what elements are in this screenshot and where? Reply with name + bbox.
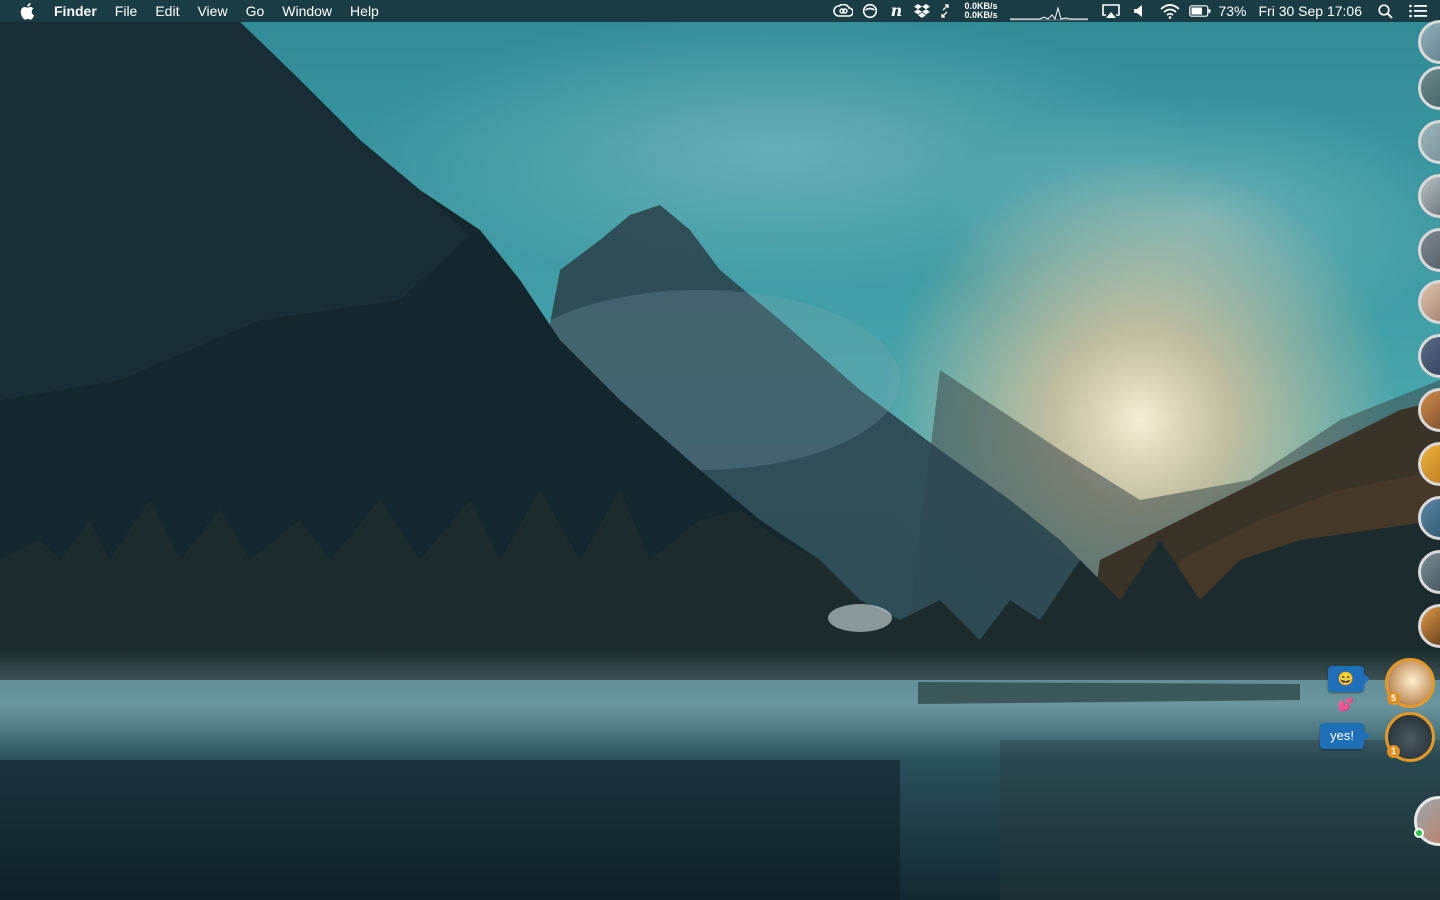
desktop-wallpaper xyxy=(0,0,1440,900)
chat-head-self[interactable] xyxy=(1414,796,1440,846)
chat-head-avatar[interactable] xyxy=(1418,20,1440,64)
notion-n-icon[interactable]: n xyxy=(886,0,906,22)
download-speed: 0.0KB/s xyxy=(964,10,998,20)
unread-badge: 5 xyxy=(1387,692,1400,705)
chat-head-avatar[interactable] xyxy=(1418,280,1440,324)
chat-head-avatar[interactable] xyxy=(1418,442,1440,486)
wifi-icon[interactable] xyxy=(1160,0,1181,22)
chat-preview-bubble[interactable]: 😄💕 xyxy=(1327,666,1371,712)
chat-head-avatar[interactable] xyxy=(1418,604,1440,648)
battery-icon[interactable] xyxy=(1188,0,1212,22)
chat-head-avatar[interactable] xyxy=(1418,496,1440,540)
sync-icon[interactable] xyxy=(860,0,880,22)
menu-help[interactable]: Help xyxy=(341,0,388,22)
menu-edit[interactable]: Edit xyxy=(146,0,188,22)
spotlight-search-icon[interactable] xyxy=(1376,0,1394,22)
volume-icon[interactable] xyxy=(1130,0,1148,22)
chat-head-avatar[interactable] xyxy=(1418,174,1440,218)
chat-head-avatar[interactable] xyxy=(1418,388,1440,432)
chat-heads-column: 5 😄💕 1 yes! xyxy=(1320,20,1440,900)
menu-app-finder[interactable]: Finder xyxy=(54,0,106,22)
dropbox-icon[interactable] xyxy=(912,0,932,22)
network-graph[interactable] xyxy=(1010,0,1089,22)
unread-badge: 1 xyxy=(1387,745,1400,758)
apple-logo-icon[interactable] xyxy=(19,0,37,22)
menu-file[interactable]: File xyxy=(106,0,147,22)
menu-view[interactable]: View xyxy=(188,0,236,22)
menu-window[interactable]: Window xyxy=(273,0,341,22)
menu-go[interactable]: Go xyxy=(237,0,274,22)
network-speed[interactable]: 0.0KB/s 0.0KB/s xyxy=(964,0,1004,22)
chat-head-avatar[interactable] xyxy=(1418,120,1440,164)
online-status-dot xyxy=(1414,828,1424,838)
chat-head-avatar[interactable] xyxy=(1418,334,1440,378)
notification-center-icon[interactable] xyxy=(1408,0,1428,22)
resize-arrows-icon[interactable] xyxy=(938,0,952,22)
menu-bar: Finder File Edit View Go Window Help n 0… xyxy=(0,0,1440,22)
creative-cloud-icon[interactable] xyxy=(832,0,854,22)
menu-clock[interactable]: Fri 30 Sep 17:06 xyxy=(1258,0,1362,22)
chat-head-avatar[interactable] xyxy=(1418,66,1440,110)
chat-head-avatar[interactable] xyxy=(1418,228,1440,272)
battery-percentage[interactable]: 73% xyxy=(1218,0,1246,22)
airplay-icon[interactable] xyxy=(1100,0,1122,22)
chat-head-avatar[interactable] xyxy=(1418,550,1440,594)
chat-preview-bubble[interactable]: yes! xyxy=(1320,723,1370,749)
